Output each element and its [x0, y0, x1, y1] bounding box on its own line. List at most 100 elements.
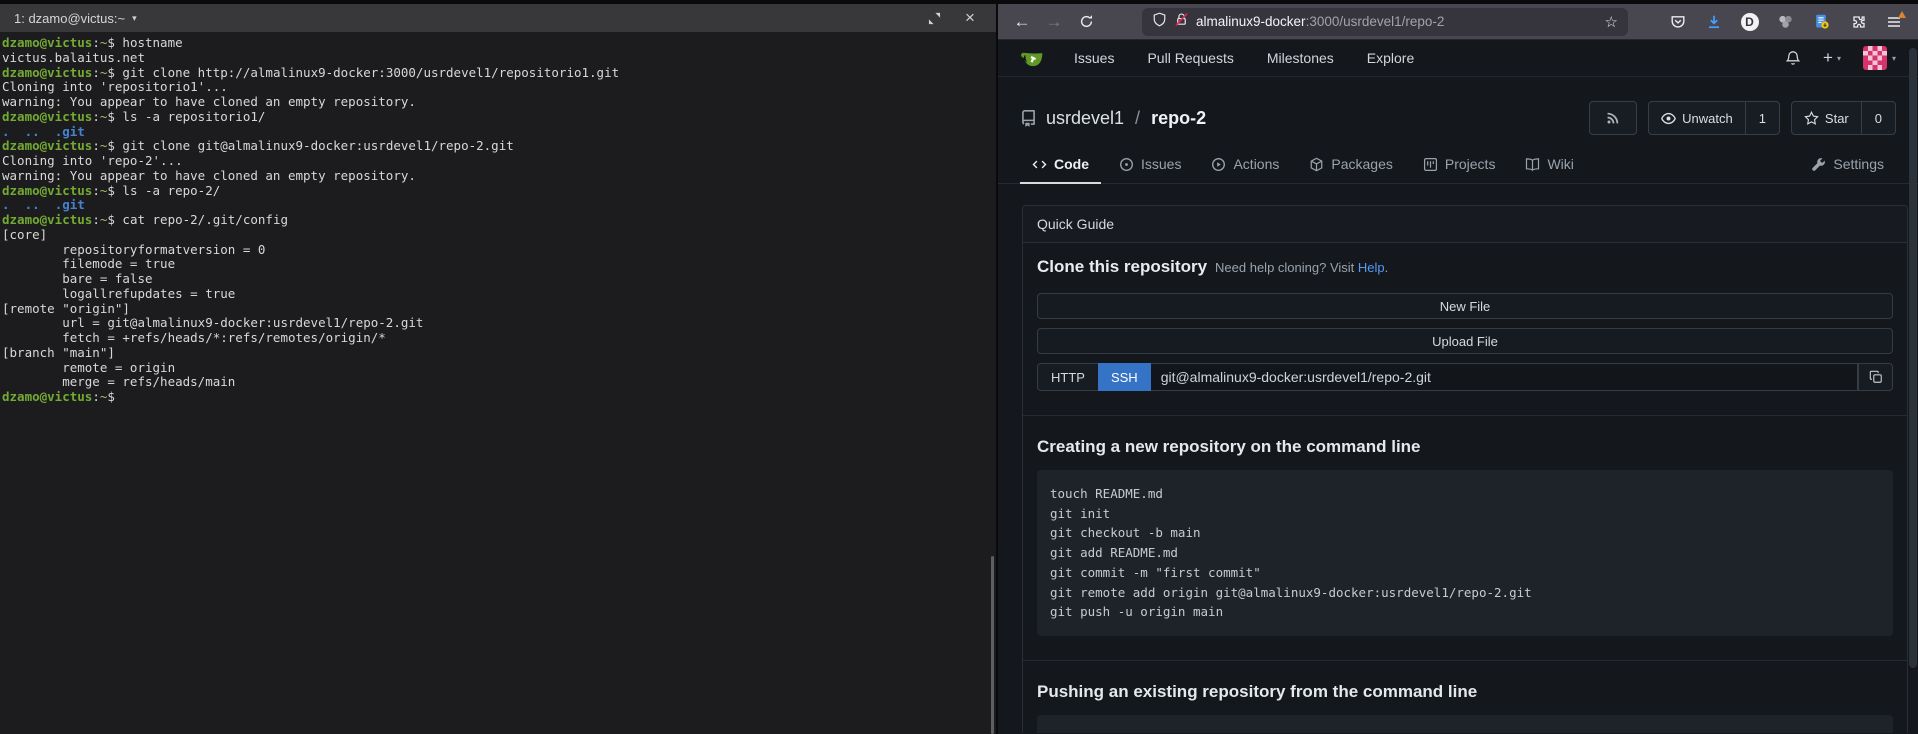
project-icon	[1423, 157, 1438, 172]
watch-count[interactable]: 1	[1745, 102, 1779, 134]
nav-item-issues[interactable]: Issues	[1074, 50, 1114, 66]
book-icon	[1525, 157, 1540, 172]
back-button[interactable]: ←	[1006, 8, 1038, 36]
clone-note: Need help cloning? Visit Help.	[1215, 260, 1388, 275]
url-host: almalinux9-docker	[1196, 14, 1306, 29]
code-block-new-repo: touch README.mdgit initgit checkout -b m…	[1037, 470, 1893, 636]
code-line: touch README.md	[1050, 484, 1880, 504]
user-avatar[interactable]: ▾	[1863, 46, 1896, 70]
star-count[interactable]: 0	[1861, 102, 1895, 134]
repo-tabs: Code Issues Actions Packages Projects Wi…	[998, 147, 1918, 184]
tab-code[interactable]: Code	[1020, 147, 1101, 184]
terminal-line: [core]	[2, 228, 996, 243]
code-line: git remote add origin git@almalinux9-doc…	[1050, 583, 1880, 603]
nav-item-explore[interactable]: Explore	[1367, 50, 1414, 66]
terminal-line: logallrefupdates = true	[2, 287, 996, 302]
quick-guide-header: Quick Guide	[1023, 206, 1907, 243]
repo-title: usrdevel1 / repo-2	[1020, 108, 1206, 129]
extensions-puzzle-icon[interactable]	[1841, 8, 1874, 36]
download-icon[interactable]	[1697, 8, 1730, 36]
terminal-output[interactable]: dzamo@victus:~$ hostnamevictus.balaitus.…	[0, 32, 996, 405]
gitea-logo[interactable]	[1020, 45, 1046, 71]
terminal-line: Cloning into 'repositorio1'...	[2, 80, 996, 95]
ssh-toggle-button[interactable]: SSH	[1098, 363, 1151, 391]
tab-projects[interactable]: Projects	[1411, 147, 1508, 184]
package-icon	[1309, 157, 1324, 172]
terminal-scrollbar[interactable]	[991, 556, 994, 734]
star-icon	[1804, 111, 1819, 126]
repo-header: usrdevel1 / repo-2 Unwatch 1	[998, 77, 1918, 135]
maximize-icon[interactable]	[926, 10, 942, 26]
help-link[interactable]: Help	[1358, 260, 1385, 275]
tab-packages[interactable]: Packages	[1297, 147, 1404, 184]
terminal-line: merge = refs/heads/main	[2, 375, 996, 390]
terminal-line: bare = false	[2, 272, 996, 287]
url-bar[interactable]: almalinux9-docker:3000/usrdevel1/repo-2 …	[1142, 8, 1628, 36]
http-toggle-button[interactable]: HTTP	[1037, 363, 1098, 391]
star-button[interactable]: Star 0	[1791, 101, 1896, 135]
clone-heading: Clone this repository	[1037, 257, 1207, 277]
clone-url-input[interactable]	[1151, 363, 1858, 391]
rss-icon	[1606, 111, 1620, 125]
create-new-button[interactable]: +▾	[1823, 48, 1841, 68]
extension-circles-icon[interactable]	[1769, 8, 1802, 36]
section-push-heading: Pushing an existing repository from the …	[1037, 682, 1893, 702]
page-scrollbar[interactable]	[1909, 48, 1917, 668]
nav-item-pull-requests[interactable]: Pull Requests	[1147, 50, 1233, 66]
clone-url-bar: HTTP SSH	[1037, 363, 1893, 391]
extension-document-icon[interactable]	[1805, 8, 1838, 36]
section-divider	[1023, 415, 1907, 416]
terminal-line: filemode = true	[2, 257, 996, 272]
code-line: git checkout -b main	[1050, 523, 1880, 543]
code-icon	[1032, 157, 1047, 172]
play-circle-icon	[1211, 157, 1226, 172]
terminal-line: . .. .git	[2, 125, 996, 140]
terminal-line: remote = origin	[2, 361, 996, 376]
code-line: git add README.md	[1050, 543, 1880, 563]
menu-hamburger-icon[interactable]	[1877, 8, 1910, 36]
notifications-bell-icon[interactable]	[1785, 50, 1801, 66]
code-line: git push -u origin main	[1050, 602, 1880, 622]
upload-file-button[interactable]: Upload File	[1037, 328, 1893, 354]
repo-icon	[1020, 110, 1037, 127]
terminal-title-text: 1: dzamo@victus:~	[14, 11, 125, 26]
bookmark-star-icon[interactable]: ☆	[1605, 13, 1618, 31]
terminal-line: warning: You appear to have cloned an em…	[2, 95, 996, 110]
tab-issues[interactable]: Issues	[1107, 147, 1193, 184]
nav-item-milestones[interactable]: Milestones	[1267, 50, 1334, 66]
terminal-line: dzamo@victus:~$ git clone http://almalin…	[2, 66, 996, 81]
chevron-down-icon: ▾	[132, 13, 137, 24]
chevron-down-icon: ▾	[1837, 54, 1841, 63]
pocket-icon[interactable]	[1661, 8, 1694, 36]
copy-url-button[interactable]	[1858, 363, 1893, 391]
tab-actions[interactable]: Actions	[1199, 147, 1291, 184]
browser-toolbar: ← → almalinux9-docker:3000/usrdevel1/rep…	[998, 4, 1918, 40]
new-file-button[interactable]: New File	[1037, 293, 1893, 319]
repo-owner-link[interactable]: usrdevel1	[1046, 108, 1124, 129]
url-text[interactable]: almalinux9-docker:3000/usrdevel1/repo-2	[1196, 14, 1598, 29]
extension-d-icon[interactable]: D	[1733, 8, 1766, 36]
url-path: :3000/usrdevel1/repo-2	[1306, 14, 1445, 29]
gitea-navbar: Issues Pull Requests Milestones Explore …	[998, 40, 1918, 77]
repo-name-link[interactable]: repo-2	[1151, 108, 1206, 129]
forward-button[interactable]: →	[1038, 8, 1070, 36]
rss-button[interactable]	[1589, 101, 1637, 135]
terminal-line: dzamo@victus:~$ cat repo-2/.git/config	[2, 213, 996, 228]
terminal-titlebar: 1: dzamo@victus:~ ▾ ×	[0, 4, 996, 32]
terminal-line: url = git@almalinux9-docker:usrdevel1/re…	[2, 316, 996, 331]
reload-button[interactable]	[1070, 8, 1102, 36]
issue-icon	[1119, 157, 1134, 172]
tab-settings[interactable]: Settings	[1799, 147, 1896, 184]
tools-icon	[1811, 157, 1826, 172]
tab-wiki[interactable]: Wiki	[1513, 147, 1585, 184]
shield-icon[interactable]	[1152, 12, 1167, 32]
terminal-line: dzamo@victus:~$ git clone git@almalinux9…	[2, 139, 996, 154]
terminal-line: dzamo@victus:~$ hostname	[2, 36, 996, 51]
chevron-down-icon: ▾	[1892, 54, 1896, 63]
terminal-line: dzamo@victus:~$ ls -a repositorio1/	[2, 110, 996, 125]
terminal-line: [remote "origin"]	[2, 302, 996, 317]
close-icon[interactable]: ×	[962, 10, 978, 26]
terminal-title[interactable]: 1: dzamo@victus:~ ▾	[14, 11, 137, 26]
unwatch-button[interactable]: Unwatch 1	[1648, 101, 1780, 135]
insecure-lock-icon[interactable]	[1174, 12, 1189, 32]
